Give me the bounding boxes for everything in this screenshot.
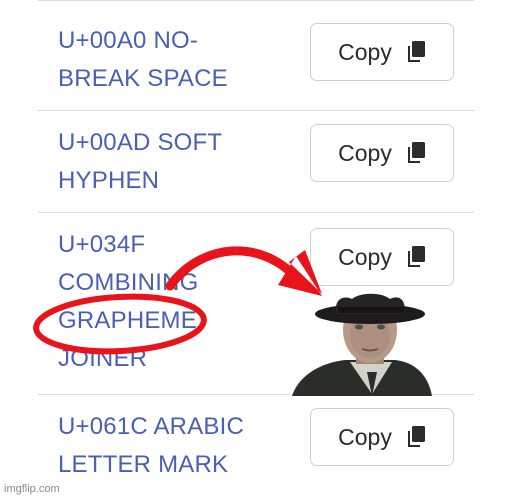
character-name[interactable]: U+00AD SOFT HYPHEN (58, 124, 222, 200)
copy-button-label: Copy (338, 38, 392, 65)
character-name-line: U+061C ARABIC (58, 413, 245, 440)
character-name[interactable]: U+061C ARABIC LETTER MARK (58, 408, 244, 484)
list-item: U+061C ARABIC LETTER MARK Copy (38, 394, 474, 499)
copy-button-label: Copy (338, 243, 392, 270)
character-name-line: BREAK SPACE (58, 65, 228, 92)
copy-icon (407, 142, 425, 163)
list-item: U+00AD SOFT HYPHEN Copy (38, 110, 474, 213)
character-name-line: JOINER (58, 345, 148, 372)
copy-button[interactable]: Copy (310, 124, 454, 182)
copy-icon (407, 41, 425, 62)
copy-icon (407, 426, 425, 447)
copy-button[interactable]: Copy (310, 23, 454, 81)
copy-button-label: Copy (338, 139, 392, 166)
copy-button[interactable]: Copy (310, 228, 454, 286)
character-name[interactable]: U+00A0 NO- BREAK SPACE (58, 22, 228, 98)
character-list: U+00A0 NO- BREAK SPACE Copy U+00AD SOFT … (38, 0, 474, 499)
character-name-line: U+00A0 NO- (58, 27, 199, 54)
list-item: U+034F COMBINING GRAPHEME JOINER Copy (38, 212, 474, 395)
watermark-text: imgflip.com (4, 483, 60, 495)
character-name-line: U+00AD SOFT (58, 129, 223, 156)
character-name-line: LETTER MARK (58, 451, 229, 478)
copy-icon (407, 246, 425, 267)
character-name-line: GRAPHEME (58, 307, 197, 334)
character-name-line: HYPHEN (58, 167, 160, 194)
copy-button[interactable]: Copy (310, 408, 454, 466)
copy-button-label: Copy (338, 423, 392, 450)
character-name[interactable]: U+034F COMBINING GRAPHEME JOINER (58, 226, 198, 378)
character-name-line: COMBINING (58, 269, 199, 296)
character-name-line: U+034F (58, 231, 146, 258)
list-item: U+00A0 NO- BREAK SPACE Copy (38, 0, 474, 111)
